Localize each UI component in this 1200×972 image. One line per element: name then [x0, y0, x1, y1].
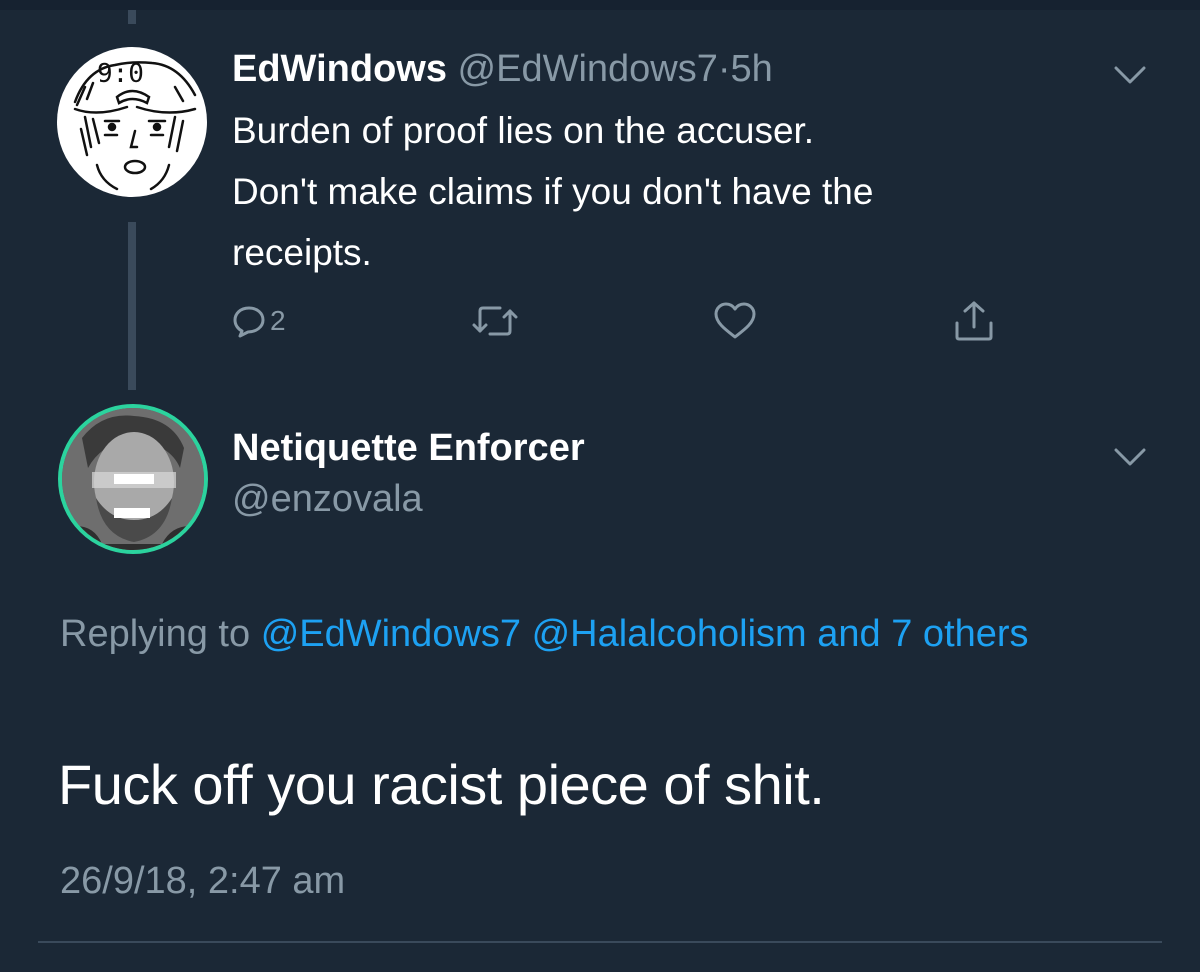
- cartoon-face-icon: 9:0: [73, 59, 197, 191]
- replying-prefix: Replying to: [60, 613, 251, 655]
- divider: [38, 941, 1162, 943]
- tweet1-display-name[interactable]: EdWindows: [232, 48, 447, 90]
- avatar-enzovala[interactable]: [58, 404, 208, 554]
- like-button[interactable]: [712, 296, 758, 346]
- tweet2-text: Fuck off you racist piece of shit.: [58, 753, 825, 816]
- tweet2-timestamp[interactable]: 26/9/18, 2:47 am: [60, 860, 345, 903]
- share-button[interactable]: [952, 296, 996, 346]
- thread-line-top: [128, 10, 136, 24]
- reply-icon: [233, 306, 265, 338]
- chevron-down-icon[interactable]: [1110, 442, 1150, 472]
- tweet1-time[interactable]: 5h: [731, 48, 773, 90]
- tweet1-text: Burden of proof lies on the accuser. Don…: [232, 100, 1092, 283]
- share-icon: [955, 301, 993, 341]
- avatar-edwindows[interactable]: 9:0: [57, 47, 207, 197]
- tweet1-author[interactable]: EdWindows @EdWindows7·5h: [232, 48, 773, 91]
- retweet-button[interactable]: [470, 296, 520, 346]
- tweet2-display-name[interactable]: Netiquette Enforcer: [232, 427, 585, 470]
- tweet1-text-line: Don't make claims if you don't have the: [232, 171, 874, 212]
- others-link[interactable]: and 7 others: [817, 613, 1028, 655]
- mention-link[interactable]: @Halalcoholism: [532, 613, 807, 655]
- svg-text:9:0: 9:0: [97, 59, 144, 89]
- thread-line: [128, 222, 136, 390]
- retweet-icon: [472, 306, 518, 336]
- mention-link[interactable]: @EdWindows7: [261, 613, 521, 655]
- tweet1-separator: ·: [717, 48, 731, 90]
- heart-icon: [714, 302, 756, 339]
- chevron-down-icon[interactable]: [1110, 60, 1150, 90]
- tweet1-text-line: receipts.: [232, 232, 372, 273]
- tweet2-handle[interactable]: @enzovala: [232, 478, 423, 521]
- tweet1-handle[interactable]: @EdWindows7: [458, 48, 718, 90]
- reply-count: 2: [270, 305, 286, 336]
- replying-to: Replying to @EdWindows7 @Halalcoholism a…: [60, 604, 1120, 664]
- top-border: [0, 0, 1200, 10]
- profile-photo-icon: [62, 408, 204, 550]
- reply-button[interactable]: 2: [232, 296, 286, 346]
- tweet1-text-line: Burden of proof lies on the accuser.: [232, 110, 815, 151]
